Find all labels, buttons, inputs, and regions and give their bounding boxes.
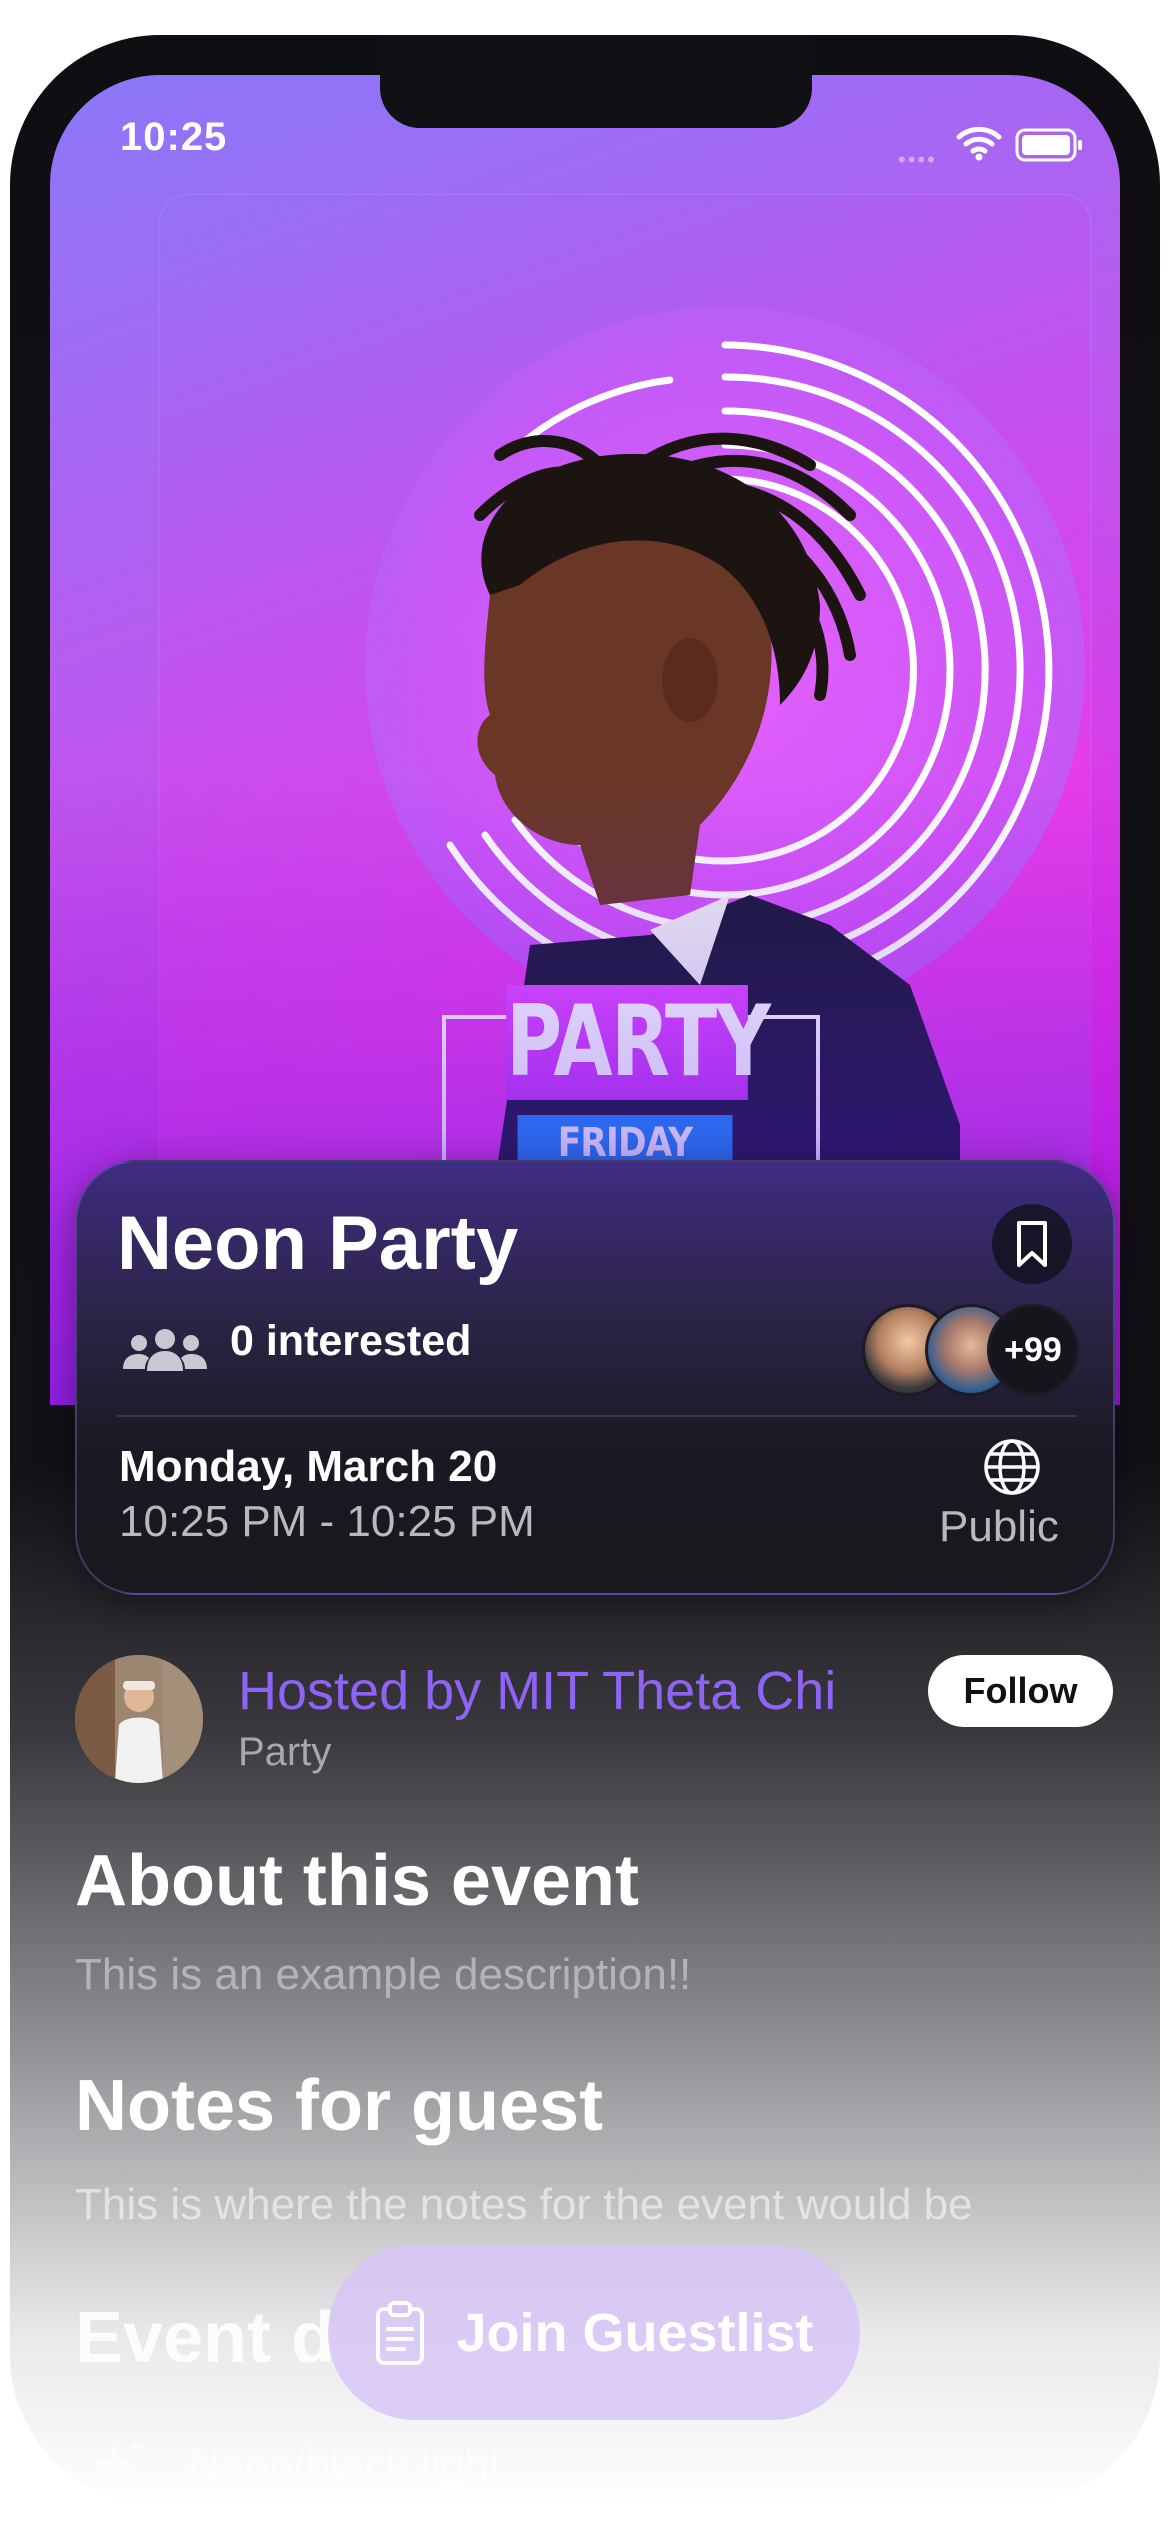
- phone-frame: PARTY FRIDAY NIGHT 10:25 •••• Neon Party: [10, 35, 1160, 2505]
- poster-person: [474, 432, 960, 1195]
- signal-dots: ••••: [898, 147, 937, 172]
- event-date: Monday, March 20: [119, 1442, 498, 1491]
- host-avatar-photo: [75, 1655, 203, 1783]
- host-category: Party: [238, 1730, 332, 1774]
- battery-icon: [1015, 128, 1082, 162]
- poster-headline: PARTY: [506, 985, 771, 1100]
- about-description: This is an example description!!: [75, 1950, 692, 1999]
- notes-heading: Notes for guest: [75, 2066, 604, 2146]
- device-notch: [380, 35, 812, 128]
- join-guestlist-button[interactable]: Join Guestlist: [328, 2245, 860, 2420]
- notes-text: This is where the notes for the event wo…: [75, 2180, 973, 2229]
- status-time: 10:25: [120, 115, 228, 159]
- wifi-icon: [956, 126, 1002, 161]
- clipboard-icon: [376, 2300, 425, 2365]
- about-heading: About this event: [75, 1841, 640, 1921]
- attendee-overflow-badge[interactable]: +99: [987, 1304, 1079, 1396]
- host-name-link[interactable]: Hosted by MIT Theta Chi: [238, 1660, 836, 1722]
- event-poster-image: PARTY FRIDAY NIGHT: [160, 195, 1090, 1195]
- event-time-range: 10:25 PM - 10:25 PM: [119, 1497, 535, 1546]
- globe-icon: [984, 1439, 1040, 1495]
- card-divider: [117, 1415, 1077, 1417]
- interested-count: 0 interested: [230, 1317, 472, 1365]
- sparkles-icon: [94, 2439, 142, 2483]
- bookmark-icon: [1017, 1221, 1047, 1267]
- join-guestlist-label: Join Guestlist: [456, 2302, 814, 2363]
- event-visibility: Public: [939, 1502, 1059, 1551]
- bookmark-button[interactable]: [992, 1204, 1072, 1284]
- event-title: Neon Party: [117, 1201, 519, 1286]
- people-icon: [123, 1329, 207, 1371]
- event-summary-card: Neon Party 0 interested +99 Monday, Marc…: [75, 1160, 1115, 1595]
- follow-button[interactable]: Follow: [928, 1655, 1113, 1727]
- details-heading: Event d: [75, 2298, 336, 2378]
- host-avatar[interactable]: [75, 1655, 203, 1783]
- detail-item-label: Neon/black light: [188, 2440, 502, 2489]
